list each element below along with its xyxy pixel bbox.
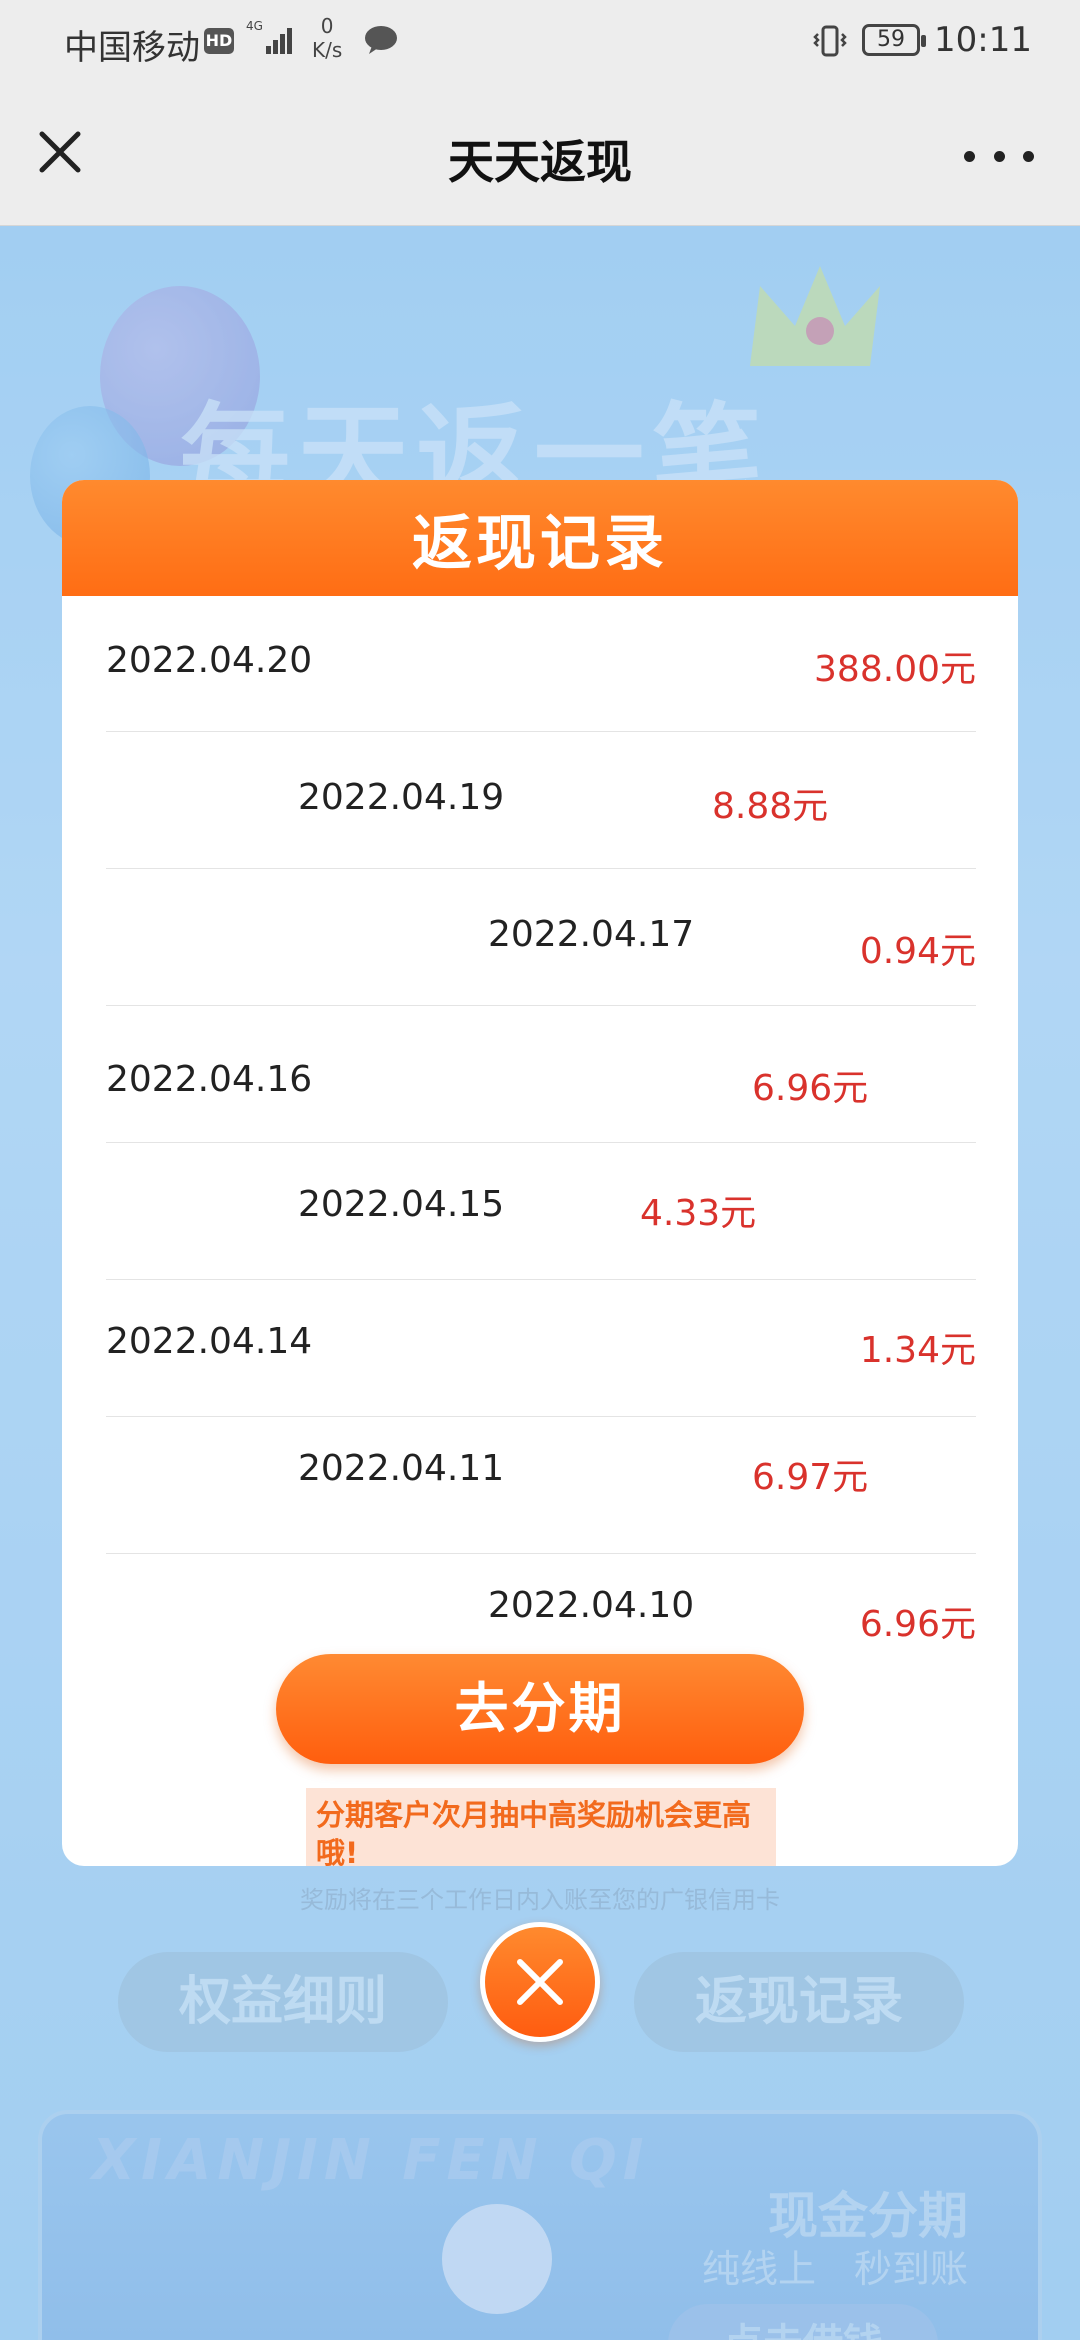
vibrate-icon [812,24,848,62]
record-row: 2022.04.20 388.00元 [106,596,976,732]
record-amount: 4.33元 [640,1193,757,1234]
wechat-notification-icon [364,24,400,60]
close-modal-button[interactable] [480,1922,600,2042]
more-dot-icon [964,150,975,162]
hd-badge: HD [204,28,234,54]
installment-tip: 分期客户次月抽中高奖励机会更高哦! [306,1788,776,1866]
record-row: 2022.04.11 6.97元 [106,1418,976,1554]
signal-icon: 4G [244,18,300,58]
battery-icon: 59 [862,24,926,56]
more-dot-icon [1023,150,1034,162]
record-amount: 388.00元 [814,649,976,690]
page-title: 天天返现 [448,135,632,189]
record-amount: 0.94元 [859,931,976,972]
record-date: 2022.04.20 [106,640,313,681]
record-date: 2022.04.16 [106,1059,313,1100]
record-row: 2022.04.19 8.88元 [106,733,976,869]
modal-title: 返现记录 [412,508,668,579]
clock: 10:11 [934,20,1032,60]
more-dot-icon [993,150,1005,162]
network-speed-value: 0 [320,14,334,38]
modal-header: 返现记录 [62,480,1018,596]
status-bar: 中国移动 HD 4G 0 K/s 59 10:11 [0,0,1080,82]
record-date: 2022.04.10 [488,1585,695,1626]
record-date: 2022.04.19 [298,777,505,818]
network-speed-unit: K/s [312,38,343,62]
installment-button[interactable]: 去分期 [276,1654,804,1764]
title-bar: 天天返现 [0,82,1080,226]
close-icon [517,1959,563,2005]
record-date: 2022.04.11 [298,1448,505,1489]
record-amount: 1.34元 [859,1330,976,1371]
record-amount: 6.96元 [752,1068,869,1109]
record-date: 2022.04.15 [298,1184,505,1225]
svg-text:4G: 4G [246,19,263,33]
record-amount: 6.97元 [752,1457,869,1498]
record-row: 2022.04.17 0.94元 [106,870,976,1006]
record-date: 2022.04.14 [106,1321,313,1362]
more-options-button[interactable] [964,136,1034,176]
record-row: 2022.04.14 1.34元 [106,1281,976,1417]
record-amount: 8.88元 [712,786,829,827]
record-date: 2022.04.17 [488,914,695,955]
record-row: 2022.04.16 6.96元 [106,1007,976,1143]
record-row: 2022.04.15 4.33元 [106,1144,976,1280]
record-amount: 6.96元 [859,1604,976,1645]
cashback-records-modal: 返现记录 2022.04.20 388.00元 2022.04.19 8.88元… [62,480,1018,1866]
network-speed: 0 K/s [312,14,342,62]
carrier-name: 中国移动 [64,28,200,68]
